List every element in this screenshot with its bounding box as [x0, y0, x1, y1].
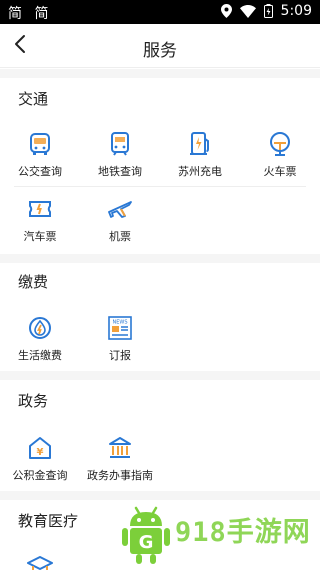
grid-item-label: 地铁查询	[98, 165, 142, 178]
section-title-government: 政务	[18, 392, 49, 410]
status-time: 5:09	[280, 3, 312, 19]
section-gap	[0, 254, 320, 263]
status-icons: 5:09	[220, 3, 312, 19]
android-logo-letter: G	[139, 532, 154, 553]
grid-item-government-guide[interactable]: 政务办事指南	[80, 435, 160, 499]
grid-item-label: 机票	[109, 230, 131, 243]
grid-item-housing-fund-query[interactable]: ¥ 公积金查询	[0, 435, 80, 499]
grid-item-label: 汽车票	[23, 230, 57, 243]
utility-drop-icon	[27, 315, 53, 341]
section-title-transport: 交通	[18, 90, 49, 108]
grid-item-education[interactable]	[0, 554, 80, 570]
train-icon	[267, 131, 293, 157]
grid-item-label: 公积金查询	[12, 469, 68, 482]
watermark: G 918手游网	[120, 504, 320, 566]
wifi-icon	[239, 4, 256, 18]
graduation-cap-icon	[27, 554, 53, 570]
grid-item-utility-payment[interactable]: 生活缴费	[0, 315, 80, 379]
status-bar: 简 简 5:09	[0, 0, 320, 24]
page-title: 服务	[143, 41, 177, 61]
grid-item-label: 苏州充电	[178, 165, 222, 178]
battery-icon	[263, 4, 273, 18]
ticket-icon	[27, 196, 53, 222]
housing-fund-icon: ¥	[27, 435, 53, 461]
grid-item-label: 火车票	[263, 165, 297, 178]
nav-bar: 服务	[0, 24, 320, 68]
row-divider	[14, 186, 306, 187]
newspaper-icon: NEWS	[107, 315, 133, 341]
housing-fund-icon-text: ¥	[37, 447, 44, 458]
newspaper-icon-text: NEWS	[112, 320, 127, 326]
government-building-icon	[107, 435, 133, 461]
grid-item-coach-ticket[interactable]: 汽车票	[0, 196, 80, 260]
grid-item-newspaper-subscription[interactable]: NEWS 订报	[80, 315, 160, 379]
section-gap	[0, 69, 320, 78]
airplane-icon	[107, 196, 133, 222]
charging-station-icon	[187, 131, 213, 157]
section-title-payment: 缴费	[18, 273, 49, 291]
status-left-text: 简 简	[8, 6, 53, 22]
section-gap	[0, 371, 320, 380]
grid-item-label: 订报	[109, 349, 131, 362]
android-logo: G	[120, 504, 172, 566]
grid-item-air-ticket[interactable]: 机票	[80, 196, 160, 260]
section-gap	[0, 491, 320, 500]
watermark-text: 918手游网	[175, 517, 311, 548]
grid-item-label: 公交查询	[18, 165, 62, 178]
section-title-education-medical: 教育医疗	[18, 512, 79, 530]
grid-item-label: 政务办事指南	[87, 469, 153, 482]
subway-icon	[107, 131, 133, 157]
bus-icon	[27, 131, 53, 157]
location-icon	[220, 4, 232, 18]
grid-item-label: 生活缴费	[18, 349, 62, 362]
